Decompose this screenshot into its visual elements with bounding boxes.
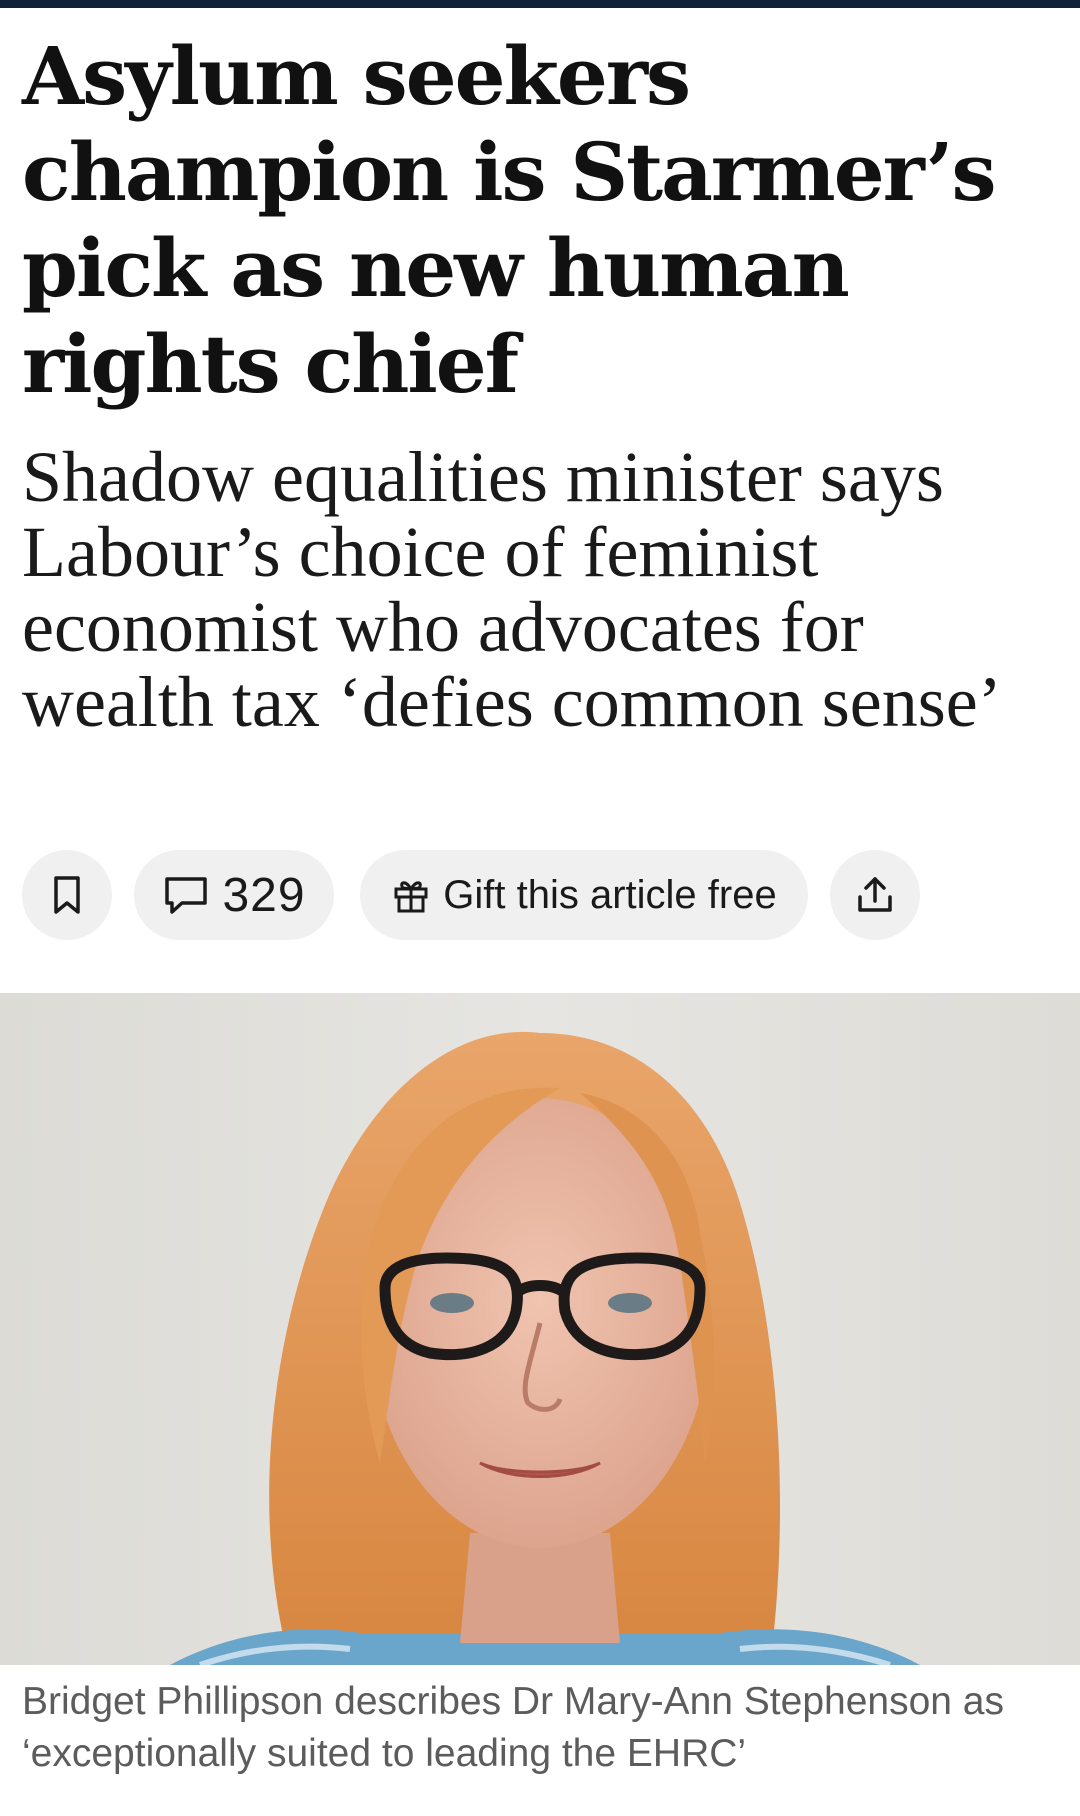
article-photo (0, 993, 1080, 1665)
bookmark-icon (47, 873, 87, 917)
photo-caption: Bridget Phillipson describes Dr Mary-Ann… (22, 1680, 1004, 1775)
top-accent-bar (0, 0, 1080, 8)
article-standfirst: Shadow equalities minister says Labour’s… (22, 437, 1002, 742)
gift-article-label: Gift this article free (443, 872, 777, 917)
share-button[interactable] (830, 850, 920, 940)
bookmark-button[interactable] (22, 850, 112, 940)
speech-bubble-icon (162, 873, 210, 917)
gift-article-button[interactable]: Gift this article free (360, 850, 808, 940)
comments-button[interactable]: 329 (134, 850, 334, 940)
gift-icon (391, 875, 431, 915)
article-headline: Asylum seekers champion is Starmer’s pic… (22, 29, 997, 411)
comment-count: 329 (222, 868, 306, 922)
share-upload-icon (854, 873, 896, 917)
